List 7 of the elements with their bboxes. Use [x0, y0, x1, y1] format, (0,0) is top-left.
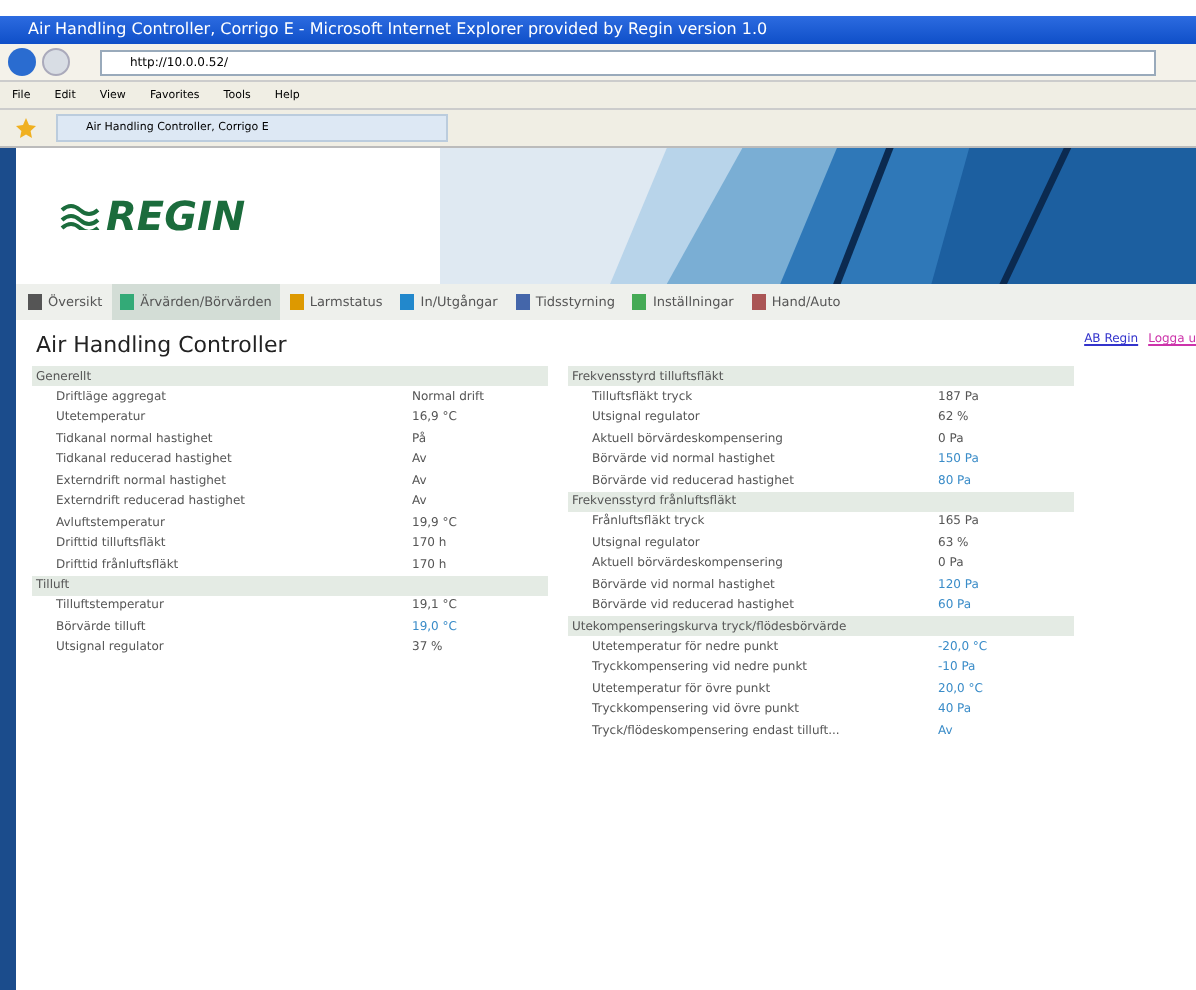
- star-icon[interactable]: [16, 118, 36, 138]
- page-heading: Air Handling Controller: [36, 332, 287, 358]
- regin-logo: REGIN: [106, 192, 246, 240]
- waves-icon: [60, 202, 100, 230]
- window-title: Air Handling Controller, Corrigo E - Microsoft Internet Explorer provided by Regin version 1.0: [0, 16, 1196, 44]
- back-button[interactable]: [8, 48, 36, 76]
- forward-button[interactable]: [42, 48, 70, 76]
